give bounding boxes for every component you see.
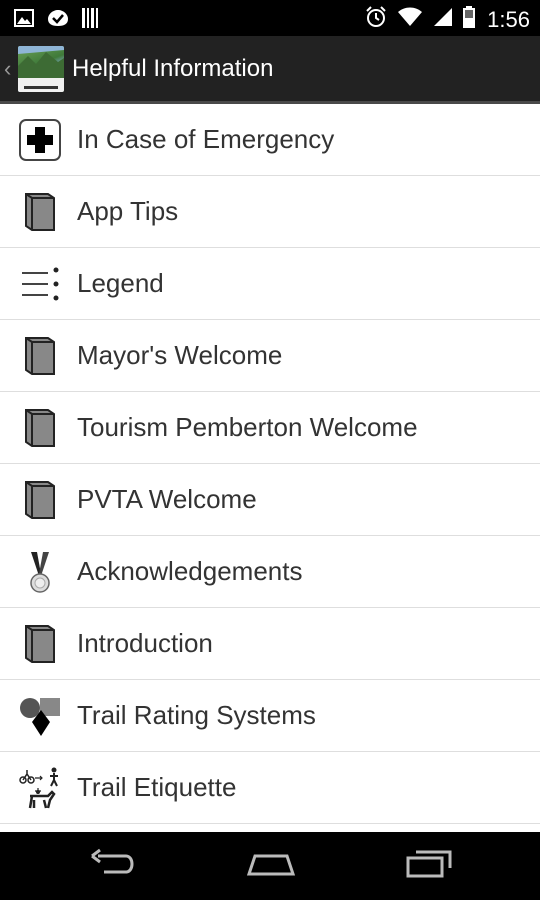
list-item-trail-etiquette[interactable]: Trail Etiquette (0, 752, 540, 824)
barcode-notification-icon (82, 8, 100, 33)
alarm-icon (365, 6, 387, 33)
back-button[interactable] (88, 846, 138, 887)
legend-icon (18, 262, 62, 306)
book-icon (18, 406, 62, 450)
list-item-in-case-of-emergency[interactable]: In Case of Emergency (0, 104, 540, 176)
list-item-label: Trail Etiquette (77, 772, 237, 802)
list-item-label: Trail Rating Systems (77, 700, 316, 730)
trail-rating-icon (18, 694, 62, 738)
recent-apps-button[interactable] (404, 846, 454, 887)
list-item-tourism-pemberton-welcome[interactable]: Tourism Pemberton Welcome (0, 392, 540, 464)
wifi-icon (397, 7, 423, 32)
check-notification-icon (46, 8, 70, 33)
helpful-info-list: In Case of Emergency App Tips Legend May… (0, 104, 540, 832)
status-bar: 1:56 (0, 0, 540, 36)
list-item-label: PVTA Welcome (77, 484, 257, 514)
list-item-trail-rating-systems[interactable]: Trail Rating Systems (0, 680, 540, 752)
signal-icon (433, 7, 453, 32)
list-item-legend[interactable]: Legend (0, 248, 540, 320)
up-navigation-caret[interactable]: ‹ (4, 56, 14, 82)
list-item-label: In Case of Emergency (77, 124, 335, 154)
first-aid-icon (18, 118, 62, 162)
list-item-mayors-welcome[interactable]: Mayor's Welcome (0, 320, 540, 392)
book-icon (18, 622, 62, 666)
app-logo[interactable] (18, 45, 64, 92)
list-item-label: Tourism Pemberton Welcome (77, 412, 418, 442)
list-item-app-tips[interactable]: App Tips (0, 176, 540, 248)
list-item-label: Mayor's Welcome (77, 340, 283, 370)
page-title: Helpful Information (72, 54, 274, 82)
book-icon (18, 190, 62, 234)
gallery-notification-icon (14, 9, 34, 32)
trail-etiquette-icon (18, 766, 62, 810)
action-bar: ‹ Helpful Information (0, 36, 540, 104)
navigation-bar (0, 832, 540, 900)
home-button[interactable] (243, 846, 299, 887)
list-item-label: App Tips (77, 196, 179, 226)
book-icon (18, 334, 62, 378)
battery-icon (463, 6, 476, 33)
status-time: 1:56 (487, 6, 530, 32)
list-item-acknowledgements[interactable]: Acknowledgements (0, 536, 540, 608)
book-icon (18, 478, 62, 522)
list-item-label: Legend (77, 268, 164, 298)
list-item-introduction[interactable]: Introduction (0, 608, 540, 680)
medal-icon (18, 550, 62, 594)
list-item-pvta-welcome[interactable]: PVTA Welcome (0, 464, 540, 536)
list-item-label: Introduction (77, 628, 213, 658)
list-item-label: Acknowledgements (77, 556, 303, 586)
